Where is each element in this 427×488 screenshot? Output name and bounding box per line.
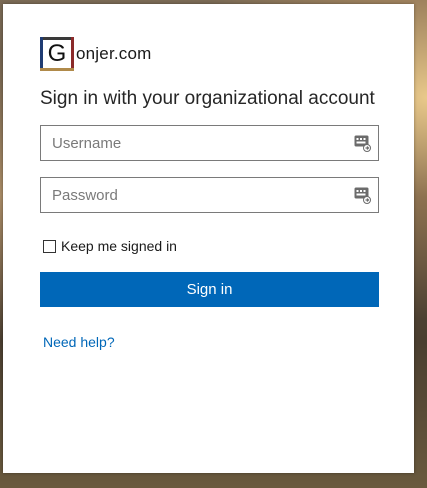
brand-logo: G onjer.com (40, 36, 152, 72)
credential-key-icon[interactable] (354, 187, 371, 204)
keep-signed-in-checkbox[interactable] (43, 239, 56, 253)
keep-signed-in-row[interactable]: Keep me signed in (43, 238, 177, 254)
brand-name: onjer.com (76, 44, 152, 63)
page-title: Sign in with your organizational account (40, 88, 375, 109)
password-input[interactable] (41, 178, 342, 212)
password-field[interactable] (40, 177, 379, 213)
sign-in-panel: G onjer.com Sign in with your organizati… (3, 4, 414, 473)
sign-in-button[interactable]: Sign in (40, 272, 379, 307)
logo-letter: G (47, 40, 67, 67)
need-help-link[interactable]: Need help? (43, 334, 115, 350)
username-field[interactable] (40, 125, 379, 161)
logo-mark: G (40, 37, 74, 71)
keep-signed-in-label[interactable]: Keep me signed in (61, 238, 177, 254)
credential-key-icon[interactable] (354, 135, 371, 152)
username-input[interactable] (41, 126, 342, 160)
